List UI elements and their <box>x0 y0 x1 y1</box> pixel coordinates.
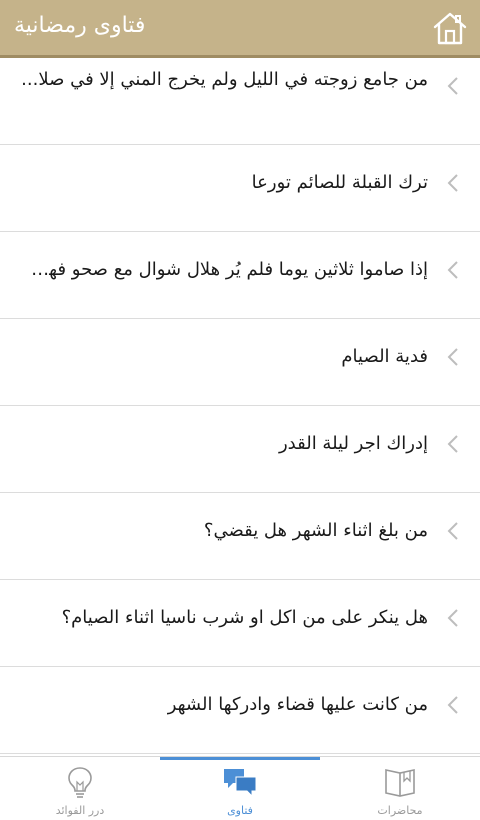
tab-fatwas[interactable]: فتاوى <box>160 757 320 820</box>
chevron-left-icon <box>447 609 458 627</box>
list-item-title: فدية الصيام <box>341 346 428 367</box>
list-item[interactable]: إذا صاموا ثلاثين يوما فلم يُر هلال شوال … <box>0 232 480 319</box>
home-icon <box>433 12 467 45</box>
book-icon <box>385 769 415 797</box>
chevron-left-icon <box>447 696 458 714</box>
list-item-title: من جامع زوجته في الليل ولم يخرج المني إل… <box>21 69 428 90</box>
list-item[interactable]: ترك القبلة للصائم تورعا <box>0 145 480 232</box>
list-item[interactable]: هل ينكر على من اكل او شرب ناسيا اثناء ال… <box>0 580 480 667</box>
chevron-left-icon <box>447 348 458 366</box>
bottom-tab-bar: درر الفوائد فتاوى محاضرات <box>0 756 480 820</box>
tab-benefits-label: درر الفوائد <box>55 804 105 817</box>
app-header: فتاوى رمضانية <box>0 0 480 58</box>
chevron-left-icon <box>447 77 458 95</box>
list-item[interactable]: من بلغ اثناء الشهر هل يقضي؟ <box>0 493 480 580</box>
chat-bubbles-icon <box>224 769 257 798</box>
list-item-title: إذا صاموا ثلاثين يوما فلم يُر هلال شوال … <box>20 259 428 280</box>
list-item-title: من كانت عليها قضاء وادركها الشهر <box>167 694 428 715</box>
active-tab-indicator <box>160 757 320 760</box>
tab-lectures-label: محاضرات <box>377 804 423 817</box>
list-item[interactable]: من جامع زوجته في الليل ولم يخرج المني إل… <box>0 58 480 145</box>
chevron-left-icon <box>447 522 458 540</box>
fatwa-list: من جامع زوجته في الليل ولم يخرج المني إل… <box>0 58 480 756</box>
list-item-title: ترك القبلة للصائم تورعا <box>251 172 428 193</box>
page-title: فتاوى رمضانية <box>14 13 146 38</box>
chevron-left-icon <box>447 435 458 453</box>
list-item[interactable]: فدية الصيام <box>0 319 480 406</box>
chevron-left-icon <box>447 174 458 192</box>
chevron-left-icon <box>447 261 458 279</box>
list-item[interactable]: من كانت عليها قضاء وادركها الشهر <box>0 667 480 754</box>
tab-fatwas-label: فتاوى <box>227 804 253 817</box>
list-item-title: إدراك اجر ليلة القدر <box>278 433 428 454</box>
list-item[interactable]: إدراك اجر ليلة القدر <box>0 406 480 493</box>
list-item-title: من بلغ اثناء الشهر هل يقضي؟ <box>203 520 428 541</box>
home-button[interactable] <box>432 10 468 46</box>
tab-benefits[interactable]: درر الفوائد <box>0 757 160 820</box>
lightbulb-icon <box>68 767 92 798</box>
list-item-title: هل ينكر على من اكل او شرب ناسيا اثناء ال… <box>61 607 428 628</box>
tab-lectures[interactable]: محاضرات <box>320 757 480 820</box>
